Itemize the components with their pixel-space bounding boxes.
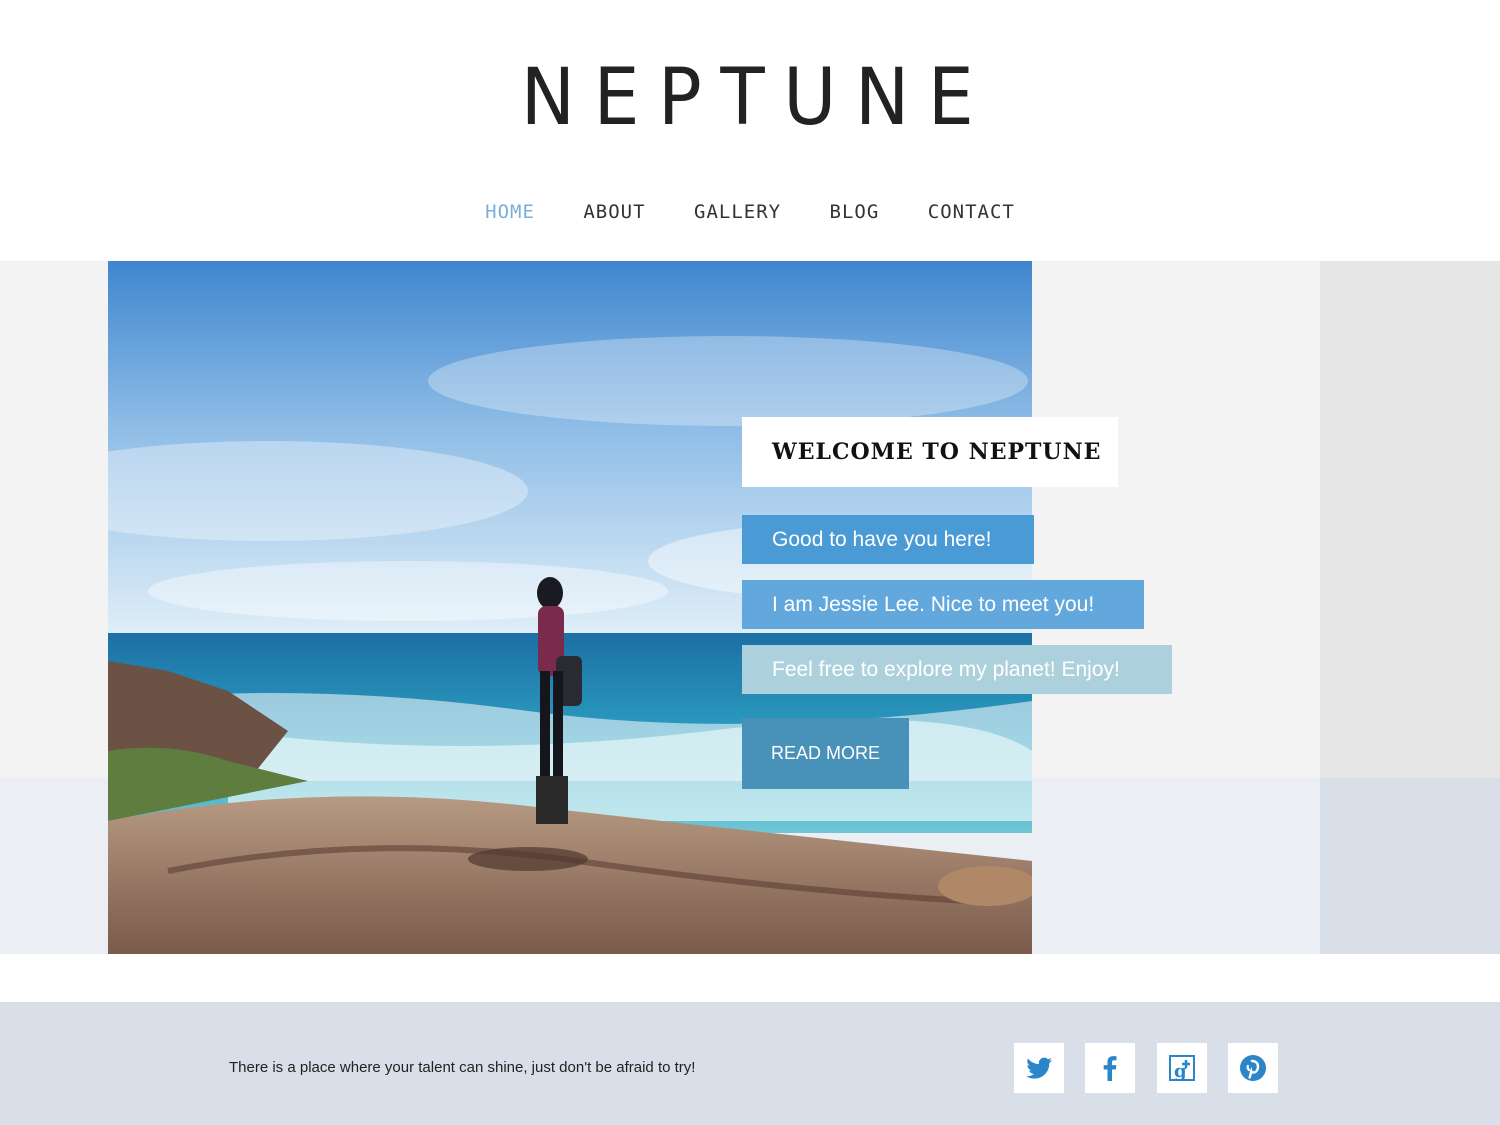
twitter-icon: [1026, 1057, 1052, 1079]
welcome-message-3: Feel free to explore my planet! Enjoy!: [742, 645, 1172, 694]
welcome-title: WELCOME TO NEPTUNE: [772, 439, 1102, 465]
nav-contact[interactable]: CONTACT: [928, 198, 1015, 226]
nav-gallery[interactable]: GALLERY: [694, 198, 781, 226]
welcome-card: WELCOME TO NEPTUNE: [742, 417, 1118, 487]
pinterest-icon: [1240, 1055, 1266, 1081]
twitter-link[interactable]: [1014, 1043, 1064, 1093]
side-panel-top: [1320, 261, 1500, 778]
site-logo[interactable]: NEPTUNE: [53, 38, 1448, 158]
facebook-link[interactable]: [1085, 1043, 1135, 1093]
nav-about[interactable]: ABOUT: [583, 198, 645, 226]
facebook-icon: [1103, 1056, 1117, 1081]
nav-blog[interactable]: BLOG: [830, 198, 880, 226]
site-header: NEPTUNE HOME ABOUT GALLERY BLOG CONTACT: [0, 0, 1500, 261]
welcome-message-1: Good to have you here!: [742, 515, 1034, 564]
google-plus-link[interactable]: g: [1157, 1043, 1207, 1093]
pinterest-link[interactable]: [1228, 1043, 1278, 1093]
google-plus-icon: g: [1169, 1055, 1195, 1082]
side-panel-bottom: [1320, 778, 1500, 954]
footer-tagline: There is a place where your talent can s…: [229, 1059, 696, 1076]
site-footer: There is a place where your talent can s…: [0, 1002, 1500, 1125]
welcome-message-2: I am Jessie Lee. Nice to meet you!: [742, 580, 1144, 629]
read-more-button[interactable]: READ MORE: [742, 718, 909, 789]
main-nav: HOME ABOUT GALLERY BLOG CONTACT: [0, 198, 1500, 226]
nav-home[interactable]: HOME: [485, 198, 535, 226]
